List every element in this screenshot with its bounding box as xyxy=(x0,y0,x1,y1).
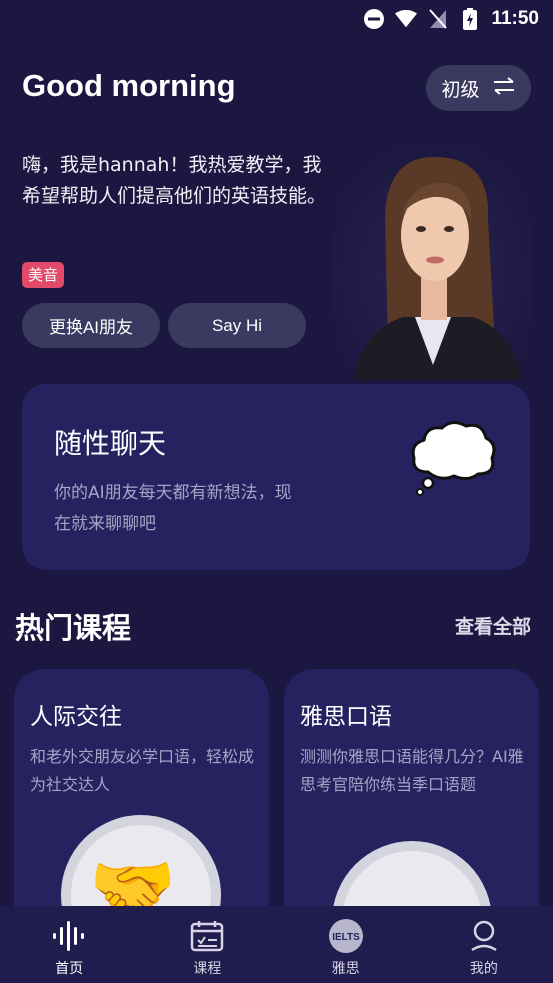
thought-cloud-icon xyxy=(408,420,496,498)
say-hi-button[interactable]: Say Hi xyxy=(168,303,306,348)
change-ai-friend-button[interactable]: 更换AI朋友 xyxy=(22,303,160,348)
course-title: 雅思口语 xyxy=(300,704,392,730)
battery-charging-icon xyxy=(459,8,481,30)
ai-friend-intro: 嗨，我是hannah！我热爱教学，我希望帮助人们提高他们的英语技能。 xyxy=(22,154,327,207)
nav-item-courses[interactable]: 课程 xyxy=(138,906,276,983)
wifi-icon xyxy=(395,8,418,30)
profile-icon xyxy=(466,918,502,954)
accent-badge: 美音 xyxy=(22,262,65,288)
nav-item-profile[interactable]: 我的 xyxy=(415,906,553,983)
nav-label: 我的 xyxy=(469,961,498,977)
popular-courses-title: 热门课程 xyxy=(15,611,132,645)
ielts-badge-text: IELTS xyxy=(332,932,360,943)
ielts-icon: IELTS xyxy=(328,918,364,954)
nav-label: 首页 xyxy=(55,961,84,977)
calendar-check-icon xyxy=(189,918,225,954)
chat-card-description: 你的AI朋友每天都有新想法，现在就来聊聊吧 xyxy=(54,483,292,534)
view-all-link[interactable]: 查看全部 xyxy=(455,612,531,639)
course-description: 测测你雅思口语能得几分？AI雅思考官陪你练当季口语题 xyxy=(300,747,524,794)
ai-friend-avatar xyxy=(333,145,533,380)
nav-label: 课程 xyxy=(193,961,222,977)
nav-item-ielts[interactable]: IELTS 雅思 xyxy=(277,906,415,983)
do-not-disturb-icon xyxy=(363,8,385,30)
voice-wave-icon xyxy=(51,918,87,954)
bottom-nav: 首页 课程 IELTS 雅思 我的 xyxy=(0,906,553,983)
level-switch-button[interactable]: 初级 xyxy=(426,65,531,111)
greeting-title: Good morning xyxy=(22,68,236,103)
status-bar: 11:50 xyxy=(0,0,553,38)
nav-item-home[interactable]: 首页 xyxy=(0,906,138,983)
course-description: 和老外交朋友必学口语，轻松成为社交达人 xyxy=(30,747,255,794)
level-label: 初级 xyxy=(441,78,480,101)
nav-label: 雅思 xyxy=(331,961,360,977)
no-sim-icon xyxy=(427,8,449,30)
swap-arrows-icon xyxy=(492,76,516,100)
free-chat-card[interactable]: 随性聊天 你的AI朋友每天都有新想法，现在就来聊聊吧 xyxy=(22,384,530,570)
status-time: 11:50 xyxy=(491,8,539,29)
course-title: 人际交往 xyxy=(30,704,122,730)
chat-card-title: 随性聊天 xyxy=(54,427,167,460)
